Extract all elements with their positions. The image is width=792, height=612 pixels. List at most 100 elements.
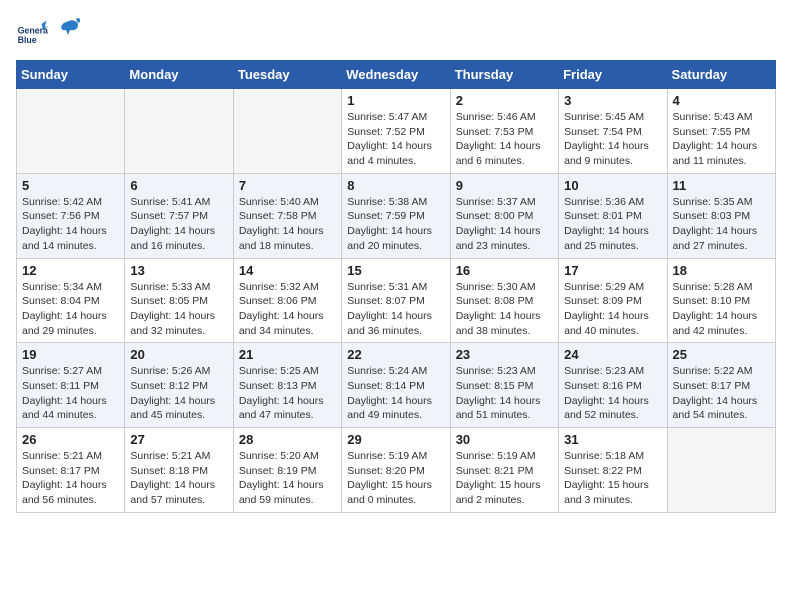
day-number: 31	[564, 432, 661, 447]
header: General Blue	[16, 16, 776, 48]
calendar-cell: 20 Sunrise: 5:26 AM Sunset: 8:12 PM Dayli…	[125, 343, 233, 428]
day-info: Sunrise: 5:21 AM Sunset: 8:18 PM Dayligh…	[130, 449, 227, 508]
day-number: 24	[564, 347, 661, 362]
calendar-week-row: 19Sunrise: 5:27 AM Sunset: 8:11 PM Dayli…	[17, 343, 776, 428]
calendar-cell: 12 Sunrise: 5:34 AM Sunset: 8:04 PM Dayli…	[17, 258, 125, 343]
day-number: 12	[22, 263, 119, 278]
calendar-cell: 4 Sunrise: 5:43 AM Sunset: 7:55 PM Daylig…	[667, 89, 775, 174]
day-number: 10	[564, 178, 661, 193]
day-info: Sunrise: 5:43 AM Sunset: 7:55 PM Dayligh…	[673, 110, 770, 169]
day-number: 19	[22, 347, 119, 362]
day-number: 30	[456, 432, 553, 447]
day-info: Sunrise: 5:21 AM Sunset: 8:17 PM Dayligh…	[22, 449, 119, 508]
day-info: Sunrise: 5:33 AM Sunset: 8:05 PM Dayligh…	[130, 280, 227, 339]
day-info: Sunrise: 5:42 AM Sunset: 7:56 PM Dayligh…	[22, 195, 119, 254]
day-info: Sunrise: 5:24 AM Sunset: 8:14 PM Dayligh…	[347, 364, 444, 423]
day-number: 1	[347, 93, 444, 108]
day-info: Sunrise: 5:46 AM Sunset: 7:53 PM Dayligh…	[456, 110, 553, 169]
day-number: 2	[456, 93, 553, 108]
calendar-cell: 13 Sunrise: 5:33 AM Sunset: 8:05 PM Dayli…	[125, 258, 233, 343]
day-info: Sunrise: 5:28 AM Sunset: 8:10 PM Dayligh…	[673, 280, 770, 339]
day-number: 21	[239, 347, 336, 362]
calendar-header-row: SundayMondayTuesdayWednesdayThursdayFrid…	[17, 61, 776, 89]
calendar-cell: 9 Sunrise: 5:37 AM Sunset: 8:00 PM Daylig…	[450, 173, 558, 258]
header-tuesday: Tuesday	[233, 61, 341, 89]
day-info: Sunrise: 5:25 AM Sunset: 8:13 PM Dayligh…	[239, 364, 336, 423]
day-number: 16	[456, 263, 553, 278]
day-info: Sunrise: 5:23 AM Sunset: 8:15 PM Dayligh…	[456, 364, 553, 423]
day-number: 17	[564, 263, 661, 278]
day-number: 4	[673, 93, 770, 108]
calendar-cell: 8 Sunrise: 5:38 AM Sunset: 7:59 PM Daylig…	[342, 173, 450, 258]
calendar-cell	[125, 89, 233, 174]
calendar-cell: 26 Sunrise: 5:21 AM Sunset: 8:17 PM Dayli…	[17, 428, 125, 513]
calendar-cell: 22 Sunrise: 5:24 AM Sunset: 8:14 PM Dayli…	[342, 343, 450, 428]
calendar-cell: 29Sunrise: 5:19 AM Sunset: 8:20 PM Dayli…	[342, 428, 450, 513]
day-number: 7	[239, 178, 336, 193]
calendar-week-row: 5 Sunrise: 5:42 AM Sunset: 7:56 PM Daylig…	[17, 173, 776, 258]
calendar-cell	[667, 428, 775, 513]
calendar-cell: 24 Sunrise: 5:23 AM Sunset: 8:16 PM Dayli…	[559, 343, 667, 428]
calendar-cell: 21 Sunrise: 5:25 AM Sunset: 8:13 PM Dayli…	[233, 343, 341, 428]
day-info: Sunrise: 5:47 AM Sunset: 7:52 PM Dayligh…	[347, 110, 444, 169]
header-friday: Friday	[559, 61, 667, 89]
calendar-cell: 25Sunrise: 5:22 AM Sunset: 8:17 PM Dayli…	[667, 343, 775, 428]
calendar-cell: 14 Sunrise: 5:32 AM Sunset: 8:06 PM Dayli…	[233, 258, 341, 343]
day-number: 18	[673, 263, 770, 278]
day-number: 8	[347, 178, 444, 193]
logo-icon: General Blue	[16, 16, 48, 48]
day-info: Sunrise: 5:37 AM Sunset: 8:00 PM Dayligh…	[456, 195, 553, 254]
day-number: 23	[456, 347, 553, 362]
calendar-cell	[233, 89, 341, 174]
day-number: 20	[130, 347, 227, 362]
day-info: Sunrise: 5:38 AM Sunset: 7:59 PM Dayligh…	[347, 195, 444, 254]
day-number: 11	[673, 178, 770, 193]
header-monday: Monday	[125, 61, 233, 89]
bird-icon	[58, 17, 80, 39]
day-number: 14	[239, 263, 336, 278]
day-info: Sunrise: 5:31 AM Sunset: 8:07 PM Dayligh…	[347, 280, 444, 339]
header-wednesday: Wednesday	[342, 61, 450, 89]
calendar-cell: 10 Sunrise: 5:36 AM Sunset: 8:01 PM Dayli…	[559, 173, 667, 258]
calendar-cell: 16 Sunrise: 5:30 AM Sunset: 8:08 PM Dayli…	[450, 258, 558, 343]
calendar-cell: 11Sunrise: 5:35 AM Sunset: 8:03 PM Dayli…	[667, 173, 775, 258]
calendar-cell: 2 Sunrise: 5:46 AM Sunset: 7:53 PM Daylig…	[450, 89, 558, 174]
calendar-cell: 3Sunrise: 5:45 AM Sunset: 7:54 PM Daylig…	[559, 89, 667, 174]
header-thursday: Thursday	[450, 61, 558, 89]
day-info: Sunrise: 5:23 AM Sunset: 8:16 PM Dayligh…	[564, 364, 661, 423]
day-number: 13	[130, 263, 227, 278]
day-number: 15	[347, 263, 444, 278]
day-info: Sunrise: 5:29 AM Sunset: 8:09 PM Dayligh…	[564, 280, 661, 339]
day-number: 5	[22, 178, 119, 193]
calendar-cell: 23 Sunrise: 5:23 AM Sunset: 8:15 PM Dayli…	[450, 343, 558, 428]
day-number: 6	[130, 178, 227, 193]
day-number: 28	[239, 432, 336, 447]
calendar-week-row: 26 Sunrise: 5:21 AM Sunset: 8:17 PM Dayli…	[17, 428, 776, 513]
logo: General Blue	[16, 16, 80, 48]
day-info: Sunrise: 5:26 AM Sunset: 8:12 PM Dayligh…	[130, 364, 227, 423]
day-number: 3	[564, 93, 661, 108]
calendar-cell: 17 Sunrise: 5:29 AM Sunset: 8:09 PM Dayli…	[559, 258, 667, 343]
calendar-cell: 30 Sunrise: 5:19 AM Sunset: 8:21 PM Dayli…	[450, 428, 558, 513]
day-info: Sunrise: 5:41 AM Sunset: 7:57 PM Dayligh…	[130, 195, 227, 254]
day-info: Sunrise: 5:36 AM Sunset: 8:01 PM Dayligh…	[564, 195, 661, 254]
calendar-week-row: 1 Sunrise: 5:47 AM Sunset: 7:52 PM Daylig…	[17, 89, 776, 174]
day-info: Sunrise: 5:30 AM Sunset: 8:08 PM Dayligh…	[456, 280, 553, 339]
header-sunday: Sunday	[17, 61, 125, 89]
day-number: 9	[456, 178, 553, 193]
calendar-cell: 28 Sunrise: 5:20 AM Sunset: 8:19 PM Dayli…	[233, 428, 341, 513]
day-number: 22	[347, 347, 444, 362]
calendar-cell	[17, 89, 125, 174]
day-info: Sunrise: 5:18 AM Sunset: 8:22 PM Dayligh…	[564, 449, 661, 508]
day-info: Sunrise: 5:34 AM Sunset: 8:04 PM Dayligh…	[22, 280, 119, 339]
header-saturday: Saturday	[667, 61, 775, 89]
day-info: Sunrise: 5:32 AM Sunset: 8:06 PM Dayligh…	[239, 280, 336, 339]
calendar-cell: 15 Sunrise: 5:31 AM Sunset: 8:07 PM Dayli…	[342, 258, 450, 343]
day-number: 29	[347, 432, 444, 447]
day-number: 26	[22, 432, 119, 447]
day-number: 25	[673, 347, 770, 362]
calendar-cell: 7Sunrise: 5:40 AM Sunset: 7:58 PM Daylig…	[233, 173, 341, 258]
calendar-cell: 31 Sunrise: 5:18 AM Sunset: 8:22 PM Dayli…	[559, 428, 667, 513]
day-info: Sunrise: 5:19 AM Sunset: 8:21 PM Dayligh…	[456, 449, 553, 508]
day-info: Sunrise: 5:20 AM Sunset: 8:19 PM Dayligh…	[239, 449, 336, 508]
